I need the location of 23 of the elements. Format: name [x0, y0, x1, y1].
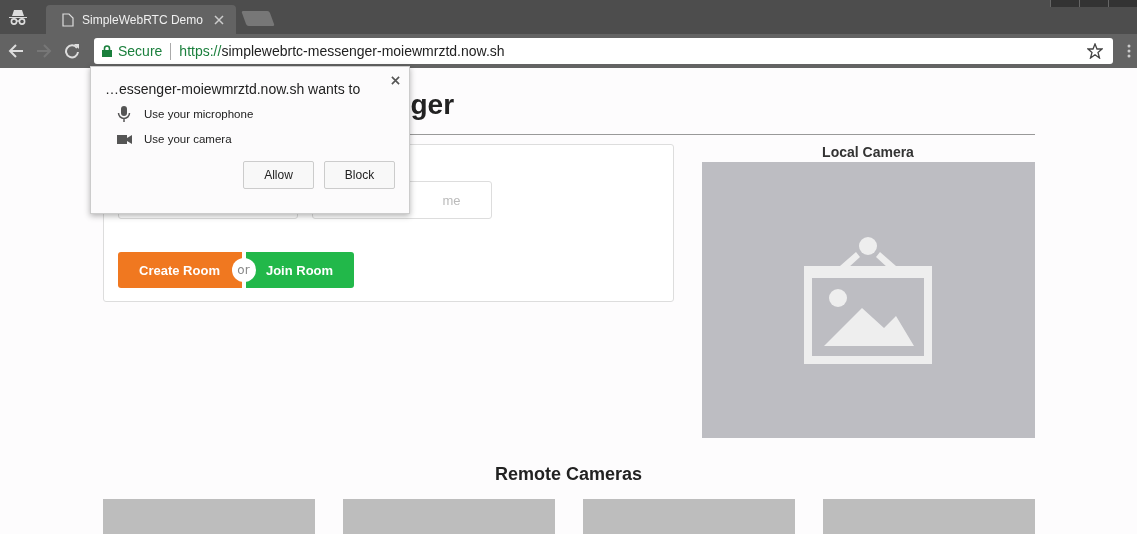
menu-icon — [1127, 44, 1131, 58]
url-text: https://simplewebrtc-messenger-moiewmrztd.now.sh — [179, 43, 506, 59]
page-icon — [62, 12, 74, 27]
reload-icon — [64, 43, 80, 59]
incognito-icon — [8, 9, 28, 25]
address-bar[interactable]: Secure https://simplewebrtc-messenger-moiewmrztd.now.sh — [94, 38, 1113, 64]
permission-label: Use your microphone — [144, 108, 254, 120]
tab-title: SimpleWebRTC Demo — [82, 12, 204, 27]
image-placeholder-icon — [804, 236, 932, 364]
security-label: Secure — [118, 43, 163, 59]
block-button[interactable]: Block — [324, 161, 395, 189]
browser-tab[interactable]: SimpleWebRTC Demo — [46, 5, 236, 34]
camera-label: Local Camera — [821, 144, 915, 160]
section-heading: Remote Cameras — [493, 464, 644, 485]
microphone-icon — [117, 106, 132, 122]
allow-button[interactable]: Allow — [243, 161, 314, 189]
star-icon — [1087, 43, 1103, 59]
new-tab-button[interactable] — [241, 11, 275, 26]
permission-label: Use your camera — [144, 133, 232, 145]
lock-icon — [102, 45, 112, 57]
dialog-title: …essenger-moiewmrztd.now.sh wants to — [105, 81, 362, 97]
back-icon — [8, 43, 24, 59]
page-heading: ger — [410, 88, 455, 122]
